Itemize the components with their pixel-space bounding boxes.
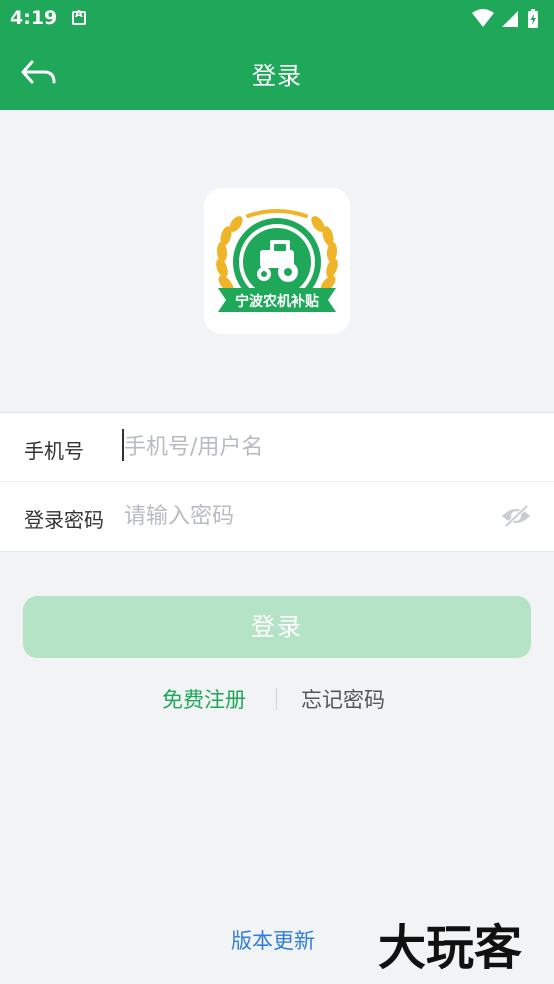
watermark-text: 大玩客 bbox=[378, 920, 522, 976]
status-icons bbox=[472, 9, 538, 28]
battery-charging-icon bbox=[528, 9, 538, 28]
password-row: 登录密码 bbox=[0, 482, 554, 550]
eye-off-icon[interactable] bbox=[500, 502, 532, 530]
phone-label: 手机号 bbox=[24, 439, 84, 463]
tractor-wheat-logo: 宁波农机补贴 bbox=[216, 209, 338, 312]
status-time: 4:19 bbox=[10, 7, 58, 29]
password-label: 登录密码 bbox=[24, 508, 104, 532]
auth-links: 免费注册 忘记密码 bbox=[0, 684, 554, 714]
register-link[interactable]: 免费注册 bbox=[162, 684, 246, 714]
watermark-logo: 大玩客 bbox=[378, 920, 522, 976]
app-logo: 宁波农机补贴 bbox=[204, 188, 350, 334]
login-button[interactable]: 登录 bbox=[23, 596, 531, 658]
forgot-password-link[interactable]: 忘记密码 bbox=[301, 684, 385, 714]
version-update-link[interactable]: 版本更新 bbox=[231, 925, 315, 955]
link-divider bbox=[276, 688, 277, 710]
logo-text: 宁波农机补贴 bbox=[235, 293, 319, 310]
signal-icon bbox=[502, 11, 518, 27]
app-bar: 登录 bbox=[0, 36, 554, 110]
phone-row: 手机号 bbox=[0, 413, 554, 482]
wifi-icon bbox=[472, 9, 494, 27]
phone-input[interactable] bbox=[124, 429, 484, 465]
login-form: 手机号 登录密码 bbox=[0, 412, 554, 552]
notification-a-icon bbox=[72, 9, 86, 25]
status-bar: 4:19 bbox=[0, 0, 554, 36]
password-input[interactable] bbox=[124, 498, 484, 534]
page-title: 登录 bbox=[252, 62, 302, 90]
